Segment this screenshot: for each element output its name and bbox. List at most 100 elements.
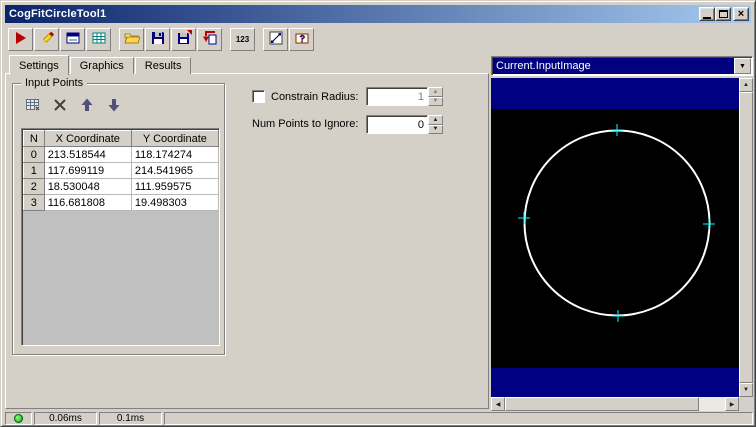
table-row[interactable]: 3 116.681808 19.498303 — [23, 194, 219, 211]
status-bar: 0.06ms 0.1ms — [5, 412, 753, 425]
cell-y[interactable]: 19.498303 — [130, 194, 219, 211]
floating-graphics-button[interactable] — [60, 27, 85, 51]
image-source-combobox[interactable]: Current.InputImage ▼ — [491, 56, 753, 76]
electric-pencil-icon — [39, 30, 55, 49]
run-button[interactable] — [8, 27, 33, 51]
constrain-radius-label: Constrain Radius: — [271, 90, 359, 103]
move-point-down-button[interactable] — [102, 96, 126, 116]
spin-up-button[interactable]: ▲ — [428, 87, 443, 97]
hscroll-track[interactable] — [505, 397, 725, 411]
settings-tab-pane: Input Points N X Coordinate Y Coordinate… — [5, 73, 489, 409]
tab-settings[interactable]: Settings — [9, 55, 69, 75]
column-header-x[interactable]: X Coordinate — [43, 130, 132, 147]
cog-fit-circle-tool-window: CogFitCircleTool1 × 123 ? Settings Graph… — [0, 0, 756, 427]
vscroll-thumb[interactable] — [739, 92, 753, 383]
image-horizontal-scrollbar[interactable]: ◀ ▶ — [491, 397, 739, 411]
help-button[interactable]: ? — [289, 27, 314, 51]
floating-graphics-icon — [65, 30, 81, 49]
row-header[interactable]: 0 — [23, 146, 45, 163]
image-vertical-scrollbar[interactable]: ▲ ▼ — [739, 78, 753, 397]
run-time-panel: 0.06ms — [34, 412, 97, 425]
table-header-row: N X Coordinate Y Coordinate — [23, 130, 219, 147]
table-row[interactable]: 1 117.699119 214.541965 — [23, 162, 219, 179]
image-display-grid-button[interactable] — [86, 27, 111, 51]
cell-y[interactable]: 111.959575 — [130, 178, 219, 195]
delete-point-button[interactable] — [48, 96, 72, 116]
minimize-button[interactable] — [699, 7, 715, 21]
row-header[interactable]: 1 — [23, 162, 45, 179]
spin-down-button[interactable]: ▼ — [428, 96, 443, 106]
scroll-up-button[interactable]: ▲ — [739, 78, 753, 92]
scroll-down-button[interactable]: ▼ — [739, 383, 753, 397]
save-results-button[interactable] — [171, 27, 196, 51]
spin-up-button[interactable]: ▲ — [428, 115, 443, 125]
numeric-precision-icon: 123 — [235, 34, 250, 44]
titlebar[interactable]: CogFitCircleTool1 × — [5, 5, 751, 23]
scroll-right-button[interactable]: ▶ — [725, 397, 739, 411]
hscroll-thumb[interactable] — [505, 397, 699, 411]
tab-graphics[interactable]: Graphics — [69, 57, 134, 74]
image-display-grid-icon — [91, 30, 107, 49]
spin-down-button[interactable]: ▼ — [428, 124, 443, 134]
row-header[interactable]: 2 — [23, 178, 45, 195]
save-file-icon — [150, 30, 166, 49]
column-header-y[interactable]: Y Coordinate — [130, 130, 219, 147]
cell-x[interactable]: 116.681808 — [43, 194, 132, 211]
move-point-up-icon — [79, 97, 95, 116]
cell-y[interactable]: 214.541965 — [130, 162, 219, 179]
minimize-icon — [703, 16, 711, 19]
close-button[interactable]: × — [733, 7, 749, 21]
electric-pencil-button[interactable] — [34, 27, 59, 51]
image-source-selected: Current.InputImage — [493, 58, 734, 74]
row-header[interactable]: 3 — [23, 194, 45, 211]
tab-results[interactable]: Results — [134, 57, 192, 74]
constrain-radius-row: Constrain Radius: — [252, 90, 358, 103]
maximize-button[interactable] — [715, 7, 731, 21]
svg-text:?: ? — [299, 34, 305, 45]
cell-x[interactable]: 213.518544 — [43, 146, 132, 163]
column-header-n[interactable]: N — [23, 130, 45, 147]
table-row[interactable]: 0 213.518544 118.174274 — [23, 146, 219, 163]
status-led-icon — [14, 414, 23, 423]
point-grid-button[interactable] — [21, 96, 45, 116]
vscroll-track[interactable] — [739, 92, 753, 383]
status-message-panel — [164, 412, 753, 425]
save-results-icon — [176, 29, 192, 49]
move-point-down-icon — [106, 97, 122, 116]
constrain-radius-checkbox[interactable] — [252, 90, 265, 103]
results-graph-button[interactable] — [263, 27, 288, 51]
move-point-up-button[interactable] — [75, 96, 99, 116]
combo-dropdown-button[interactable]: ▼ — [734, 58, 751, 74]
input-points-group-label: Input Points — [21, 77, 88, 89]
cell-x[interactable]: 18.530048 — [43, 178, 132, 195]
input-points-groupbox: Input Points N X Coordinate Y Coordinate… — [12, 77, 225, 355]
constrain-radius-input[interactable] — [366, 87, 428, 106]
input-points-table[interactable]: N X Coordinate Y Coordinate 0 213.518544… — [21, 128, 220, 346]
window-title: CogFitCircleTool1 — [9, 8, 107, 20]
results-graph-icon — [268, 30, 284, 49]
status-led-panel — [5, 412, 32, 425]
scroll-left-button[interactable]: ◀ — [491, 397, 505, 411]
constrain-radius-spinner: ▲ ▼ — [428, 87, 443, 106]
result-time-panel: 0.1ms — [99, 412, 162, 425]
num-points-to-ignore-input[interactable] — [366, 115, 428, 134]
tab-strip: Settings Graphics Results — [9, 55, 192, 75]
maximize-icon — [718, 10, 728, 18]
cell-y[interactable]: 118.174274 — [130, 146, 219, 163]
input-points-toolbar — [21, 96, 126, 116]
image-display[interactable] — [491, 78, 739, 397]
table-row[interactable]: 2 18.530048 111.959575 — [23, 178, 219, 195]
window-controls: × — [699, 7, 751, 21]
cell-x[interactable]: 117.699119 — [43, 162, 132, 179]
num-points-spinner: ▲ ▼ — [428, 115, 443, 134]
run-icon — [13, 30, 29, 49]
delete-point-icon — [52, 97, 68, 116]
save-file-button[interactable] — [145, 27, 170, 51]
numeric-precision-button[interactable]: 123 — [230, 27, 255, 51]
open-file-button[interactable] — [119, 27, 144, 51]
close-icon: × — [737, 8, 745, 20]
import-tool-button[interactable] — [197, 27, 222, 51]
help-icon: ? — [294, 30, 310, 49]
num-points-to-ignore-label: Num Points to Ignore: — [252, 118, 359, 130]
scrollbar-corner — [739, 397, 753, 411]
